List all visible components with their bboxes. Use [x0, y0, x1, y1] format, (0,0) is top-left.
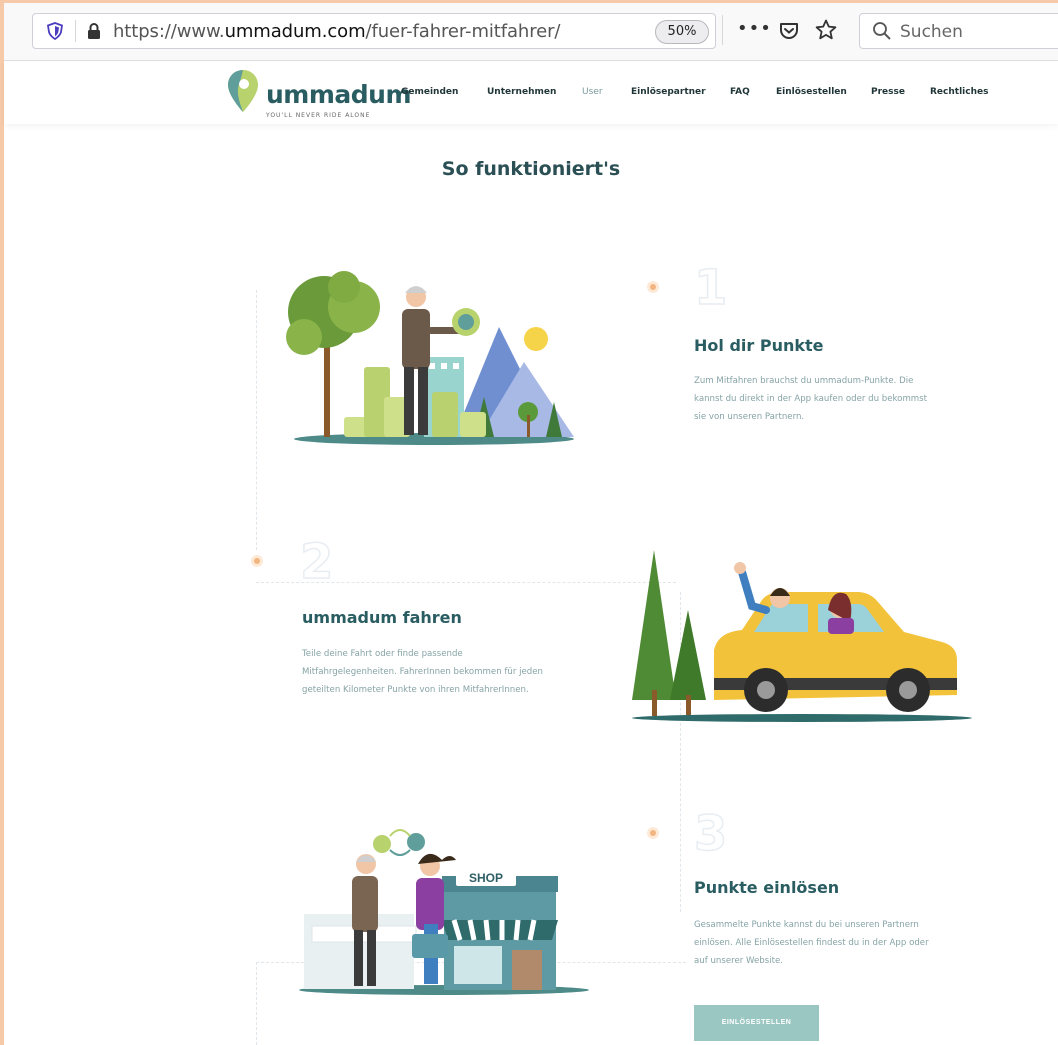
step-number: 2: [299, 533, 334, 591]
zoom-indicator[interactable]: 50%: [655, 20, 709, 44]
step-number: 3: [693, 805, 728, 863]
nav-einloesepartner[interactable]: Einlösepartner: [631, 87, 706, 97]
address-separator: [75, 20, 76, 42]
address-bar[interactable]: https://www.ummadum.com/fuer-fahrer-mitf…: [32, 13, 716, 49]
map-pin-logo-icon: [228, 70, 258, 112]
web-page: ummadum YOU'LL NEVER RIDE ALONE Gemeinde…: [4, 62, 1058, 1045]
timeline-dot: [650, 284, 656, 290]
url-prefix: https://www.: [113, 21, 225, 42]
bookmark-star-icon[interactable]: [814, 18, 838, 42]
search-box[interactable]: Suchen: [859, 13, 1058, 49]
step-title: ummadum fahren: [302, 608, 462, 627]
logo-tagline: YOU'LL NEVER RIDE ALONE: [266, 112, 371, 119]
section-heading: So funktioniert's: [441, 158, 621, 180]
site-logo[interactable]: ummadum YOU'LL NEVER RIDE ALONE: [226, 68, 412, 120]
step-description: Zum Mitfahren brauchst du ummadum-Punkte…: [694, 376, 928, 422]
lock-icon[interactable]: [87, 22, 101, 40]
search-icon: [872, 21, 892, 41]
connector-line: [256, 962, 257, 1045]
more-actions-button[interactable]: •••: [737, 17, 772, 41]
logo-wordmark: ummadum: [266, 80, 412, 109]
step-title: Punkte einlösen: [694, 878, 840, 897]
site-header: ummadum YOU'LL NEVER RIDE ALONE Gemeinde…: [4, 62, 1058, 124]
browser-toolbar: https://www.ummadum.com/fuer-fahrer-mitf…: [4, 3, 1058, 61]
url-text[interactable]: https://www.ummadum.com/fuer-fahrer-mitf…: [113, 21, 560, 42]
url-domain: ummadum.com: [224, 21, 366, 42]
search-placeholder: Suchen: [900, 22, 963, 42]
illustration-collect-points: [286, 271, 574, 445]
einloesestellen-button[interactable]: EINLÖSESTELLEN: [694, 1005, 819, 1041]
step-description: Teile deine Fahrt oder finde passende Mi…: [302, 649, 543, 695]
nav-einloesestellen[interactable]: Einlösestellen: [776, 87, 847, 97]
nav-presse[interactable]: Presse: [871, 87, 905, 97]
toolbar-separator: [722, 15, 723, 45]
nav-rechtliches[interactable]: Rechtliches: [930, 87, 988, 97]
step-title: Hol dir Punkte: [694, 336, 824, 355]
step-description: Gesammelte Punkte kannst du bei unseren …: [694, 920, 929, 966]
step-number: 1: [693, 259, 728, 317]
connector-line: [256, 290, 257, 550]
nav-gemeinden[interactable]: Gemeinden: [401, 87, 458, 97]
illustration-redeem-shop: SHOP: [299, 829, 589, 995]
timeline-dot: [650, 830, 656, 836]
timeline-dot: [254, 558, 260, 564]
shop-sign-text: SHOP: [469, 871, 503, 885]
nav-user[interactable]: User: [582, 87, 603, 97]
url-path: /fuer-fahrer-mitfahrer/: [365, 21, 561, 42]
pocket-icon[interactable]: [778, 20, 800, 42]
nav-unternehmen[interactable]: Unternehmen: [487, 87, 556, 97]
tracking-shield-icon[interactable]: [47, 22, 63, 40]
nav-faq[interactable]: FAQ: [730, 87, 750, 97]
illustration-car-ride: [632, 550, 972, 722]
